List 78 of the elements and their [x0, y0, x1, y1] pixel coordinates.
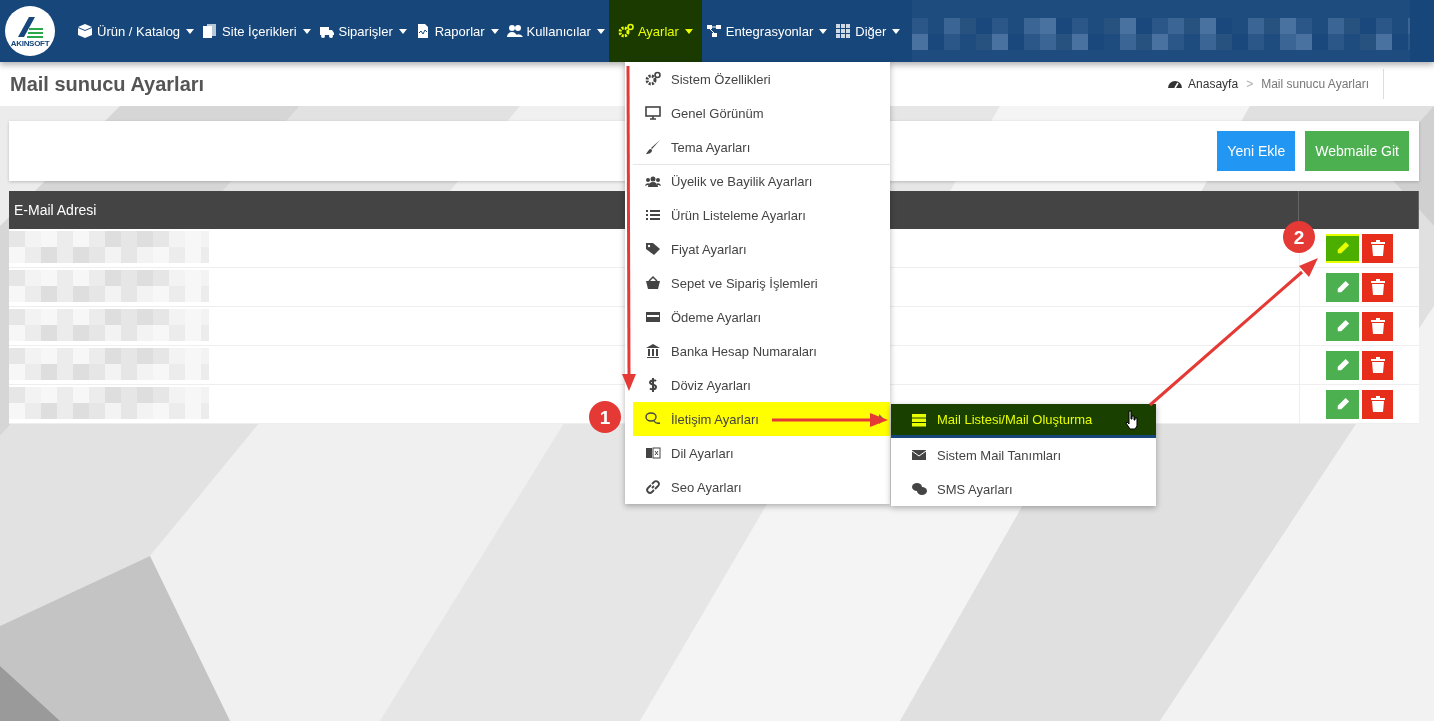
menu-item[interactable]: Tema Ayarları: [633, 130, 890, 164]
trash-icon: [1370, 279, 1385, 295]
menu-item[interactable]: Sistem Özellikleri: [633, 62, 890, 96]
trash-icon: [1370, 396, 1385, 412]
envelope-icon: [911, 447, 927, 463]
server-icon: [911, 411, 927, 428]
caret-icon: [302, 28, 311, 34]
edit-button[interactable]: [1326, 311, 1359, 341]
step-badge: 2: [1283, 221, 1315, 253]
tag-icon: [645, 241, 661, 257]
caret-icon: [684, 28, 693, 34]
caret-icon: [186, 28, 195, 34]
cursor-icon: [1124, 409, 1140, 430]
edit-button[interactable]: [1326, 272, 1359, 302]
edit-button[interactable]: [1326, 233, 1359, 263]
nav-menu-item[interactable]: Raporlar: [410, 0, 503, 62]
breadcrumb-separator: >: [1246, 77, 1254, 91]
bank-icon: [645, 343, 661, 359]
menu-item[interactable]: Ürün Listeleme Ayarları: [633, 198, 890, 232]
edit-button[interactable]: [1326, 350, 1359, 380]
nav-menu-item[interactable]: Siparişler: [314, 0, 411, 62]
menu-item[interactable]: Dil Ayarları: [633, 436, 890, 470]
trash-icon: [1370, 240, 1385, 256]
caret-icon: [490, 28, 499, 34]
users-icon: [506, 23, 523, 39]
link-icon: [645, 479, 661, 495]
caret-icon: [596, 28, 605, 34]
nav-menu-item[interactable]: Kullanıcılar: [502, 0, 609, 62]
grid-icon: [835, 23, 852, 39]
trash-icon: [1370, 357, 1385, 373]
delete-button[interactable]: [1362, 272, 1393, 302]
delete-button[interactable]: [1362, 389, 1393, 419]
monitor-icon: [645, 105, 661, 121]
nav-menu-item[interactable]: Site İçerikleri: [198, 0, 315, 62]
caret-icon: [398, 28, 407, 34]
language-icon: [645, 445, 661, 461]
menu-item[interactable]: SMS Ayarları: [891, 472, 1156, 506]
brush-icon: [645, 139, 661, 155]
box-icon: [77, 23, 93, 39]
breadcrumb-link[interactable]: Anasayfa: [1167, 76, 1239, 92]
gears-icon: [617, 23, 634, 39]
nav-menu-item[interactable]: Diğer: [831, 0, 905, 62]
delete-button[interactable]: [1362, 311, 1393, 341]
caret-icon: [892, 28, 901, 34]
menu-item[interactable]: Seo Ayarları: [633, 470, 890, 504]
edit-button[interactable]: [1326, 389, 1359, 419]
menu-item[interactable]: Üyelik ve Bayilik Ayarları: [633, 164, 890, 198]
menu-item[interactable]: Fiyat Ayarları: [633, 232, 890, 266]
gears-icon: [645, 71, 661, 87]
pencil-icon: [1335, 358, 1350, 372]
basket-icon: [645, 275, 661, 291]
nav-menu-item[interactable]: Ayarlar: [608, 0, 702, 62]
breadcrumb-current: Mail sunucu Ayarları: [1261, 77, 1369, 91]
page-title: Mail sunucu Ayarları: [10, 72, 205, 96]
menu-item[interactable]: Banka Hesap Numaraları: [633, 334, 890, 368]
menu-item[interactable]: Sepet ve Sipariş İşlemleri: [633, 266, 890, 300]
credit-card-icon: [645, 309, 661, 325]
caret-icon: [819, 28, 828, 34]
delete-button[interactable]: [1362, 350, 1393, 380]
pencil-icon: [1335, 397, 1350, 411]
pencil-icon: [1335, 280, 1350, 294]
menu-item[interactable]: Mail Listesi/Mail Oluşturma: [891, 404, 1156, 438]
menu-item[interactable]: İletişim Ayarları: [633, 402, 890, 436]
menu-item[interactable]: Ödeme Ayarları: [633, 300, 890, 334]
menu-item[interactable]: Sistem Mail Tanımları: [891, 438, 1156, 472]
menu-item[interactable]: Döviz Ayarları: [633, 368, 890, 402]
menu-item[interactable]: Genel Görünüm: [633, 96, 890, 130]
pencil-icon: [1335, 319, 1350, 333]
trash-icon: [1370, 318, 1385, 334]
delete-button[interactable]: [1362, 233, 1393, 263]
logo[interactable]: AKINSOFT: [5, 6, 55, 56]
step-badge: 1: [589, 401, 621, 433]
documents-icon: [202, 23, 219, 39]
network-icon: [705, 23, 722, 39]
nav-menu-item[interactable]: Entegrasyonlar: [701, 0, 832, 62]
pencil-icon: [1335, 241, 1350, 255]
nav-menu-item[interactable]: Ürün / Katalog: [73, 0, 199, 62]
list-icon: [645, 207, 661, 223]
